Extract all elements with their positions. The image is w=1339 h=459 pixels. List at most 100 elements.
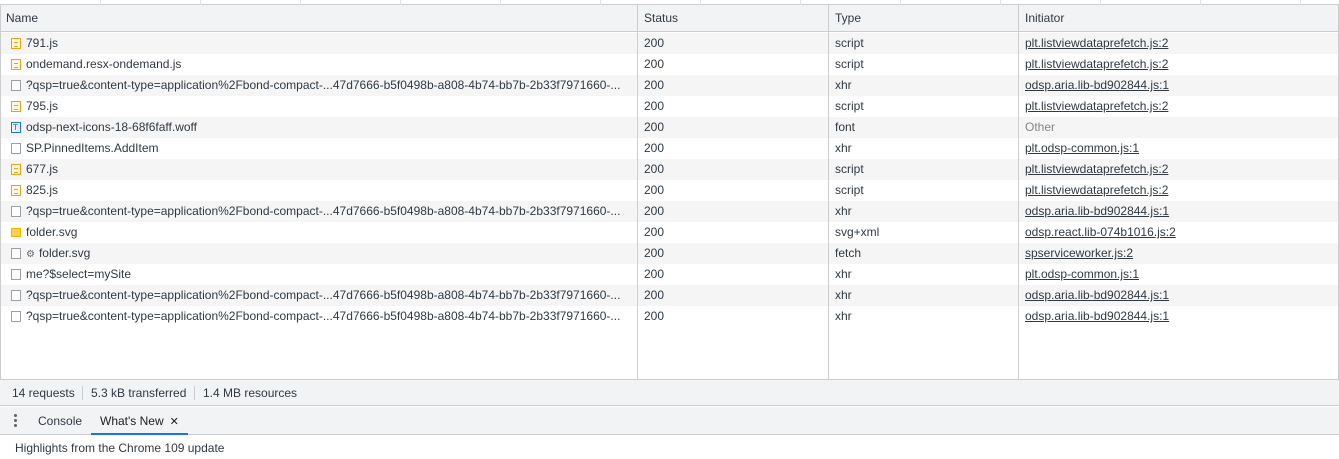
initiator-link[interactable]: plt.listviewdataprefetch.js:2 [1025,36,1168,50]
table-header: Name Status Type Initiator [1,5,1338,32]
request-status: 200 [644,225,665,239]
request-status: 200 [644,309,665,323]
initiator-link[interactable]: plt.listviewdataprefetch.js:2 [1025,183,1168,197]
service-worker-gear-icon: ⚙ [26,249,35,260]
column-header-initiator[interactable]: Initiator [1020,5,1338,32]
request-name-cell[interactable]: 825.js [1,180,638,201]
request-initiator-cell: odsp.aria.lib-bd902844.js:1 [1020,201,1338,222]
initiator-link[interactable]: plt.odsp-common.js:1 [1025,141,1139,155]
column-header-name[interactable]: Name [1,5,638,32]
request-type: xhr [835,309,852,323]
initiator-link[interactable]: spserviceworker.js:2 [1025,246,1133,260]
request-status: 200 [644,36,665,50]
network-summary-bar: 14 requests 5.3 kB transferred 1.4 MB re… [0,379,1339,406]
request-type: xhr [835,267,852,281]
request-status: 200 [644,57,665,71]
column-divider[interactable] [828,5,829,379]
table-row[interactable]: 795.js 200 script plt.listviewdataprefetch.… [1,96,1338,117]
request-initiator-cell: plt.listviewdataprefetch.js:2 [1020,33,1338,54]
separator [82,386,83,400]
table-row[interactable]: 677.js 200 script plt.listviewdataprefetch.… [1,159,1338,180]
initiator-link[interactable]: odsp.aria.lib-bd902844.js:1 [1025,204,1169,218]
request-status: 200 [644,162,665,176]
column-header-status[interactable]: Status [639,5,829,32]
whats-new-panel: Highlights from the Chrome 109 update [0,436,1339,459]
request-name-cell[interactable]: 795.js [1,96,638,117]
table-row[interactable]: ondemand.resx-ondemand.js 200 script plt.li… [1,54,1338,75]
request-name-cell[interactable]: ⚙ folder.svg [1,243,638,264]
request-name-cell[interactable]: ?qsp=true&content-type=application%2Fbon… [1,285,638,306]
request-name: ?qsp=true&content-type=application%2Fbon… [26,309,621,323]
request-type: script [835,183,864,197]
initiator-link[interactable]: odsp.react.lib-074b1016.js:2 [1025,225,1176,239]
request-name-cell[interactable]: ?qsp=true&content-type=application%2Fbon… [1,75,638,96]
request-type: fetch [835,246,862,260]
request-type: script [835,57,864,71]
request-name-cell[interactable]: SP.PinnedItems.AddItem [1,138,638,159]
initiator-link[interactable]: odsp.aria.lib-bd902844.js:1 [1025,288,1169,302]
request-status: 200 [644,120,665,134]
request-name-cell[interactable]: folder.svg [1,222,638,243]
table-row[interactable]: ?qsp=true&content-type=application%2Fbon… [1,75,1338,96]
table-row[interactable]: SP.PinnedItems.AddItem 200 xhr plt.odsp-com… [1,138,1338,159]
table-row[interactable]: ?qsp=true&content-type=application%2Fbon… [1,285,1338,306]
initiator-link[interactable]: plt.listviewdataprefetch.js:2 [1025,162,1168,176]
request-name-cell[interactable]: odsp-next-icons-18-68f6faff.woff [1,117,638,138]
initiator-link[interactable]: plt.listviewdataprefetch.js:2 [1025,57,1168,71]
request-status: 200 [644,204,665,218]
request-name-cell[interactable]: ?qsp=true&content-type=application%2Fbon… [1,306,638,327]
tab-whats-new[interactable]: What's New ✕ [91,407,188,435]
request-initiator-cell: Other [1020,117,1338,138]
request-type: xhr [835,78,852,92]
initiator-link[interactable]: odsp.aria.lib-bd902844.js:1 [1025,309,1169,323]
request-status: 200 [644,246,665,260]
table-row[interactable]: 791.js 200 script plt.listviewdataprefetch.… [1,33,1338,54]
table-row[interactable]: ⚙ folder.svg 200 fetch spserviceworker.js:2 [1,243,1338,264]
request-status: 200 [644,183,665,197]
request-name-cell[interactable]: 677.js [1,159,638,180]
tab-console[interactable]: Console [38,407,82,435]
more-vertical-icon[interactable] [12,414,18,428]
request-name: odsp-next-icons-18-68f6faff.woff [26,120,197,134]
request-name: ondemand.resx-ondemand.js [26,57,182,71]
request-name: ?qsp=true&content-type=application%2Fbon… [26,288,621,302]
table-row[interactable]: me?$select=mySite 200 xhr plt.odsp-common.j… [1,264,1338,285]
initiator-link[interactable]: plt.odsp-common.js:1 [1025,267,1139,281]
request-name: ?qsp=true&content-type=application%2Fbon… [26,78,621,92]
table-row[interactable]: ?qsp=true&content-type=application%2Fbon… [1,201,1338,222]
table-row[interactable]: folder.svg 200 svg+xml odsp.react.lib-074b1… [1,222,1338,243]
request-name: me?$select=mySite [26,267,132,281]
column-divider[interactable] [637,5,638,379]
table-row[interactable]: ?qsp=true&content-type=application%2Fbon… [1,306,1338,327]
tab-console-label: Console [38,414,83,428]
drawer-tab-bar: Console What's New ✕ [0,407,1339,435]
request-name: 825.js [26,183,59,197]
request-type: xhr [835,141,852,155]
request-name: folder.svg [38,246,91,260]
request-name: SP.PinnedItems.AddItem [26,141,159,155]
request-name: 795.js [26,99,59,113]
request-initiator-cell: plt.listviewdataprefetch.js:2 [1020,96,1338,117]
request-type: script [835,162,864,176]
column-divider[interactable] [1018,5,1019,379]
close-icon[interactable]: ✕ [170,415,179,428]
request-name: ?qsp=true&content-type=application%2Fbon… [26,204,621,218]
request-name: 677.js [26,162,59,176]
request-status: 200 [644,141,665,155]
initiator-link[interactable]: odsp.aria.lib-bd902844.js:1 [1025,78,1169,92]
request-status: 200 [644,99,665,113]
request-count: 14 requests [12,386,75,400]
column-header-type[interactable]: Type [830,5,1019,32]
table-row[interactable]: 825.js 200 script plt.listviewdataprefetch.… [1,180,1338,201]
request-name: 791.js [26,36,59,50]
request-name-cell[interactable]: ?qsp=true&content-type=application%2Fbon… [1,201,638,222]
table-row[interactable]: odsp-next-icons-18-68f6faff.woff 200 font O… [1,117,1338,138]
request-type: xhr [835,288,852,302]
request-type: script [835,99,864,113]
request-name-cell[interactable]: me?$select=mySite [1,264,638,285]
request-initiator-cell: plt.listviewdataprefetch.js:2 [1020,54,1338,75]
initiator-link[interactable]: plt.listviewdataprefetch.js:2 [1025,99,1168,113]
request-name-cell[interactable]: 791.js [1,33,638,54]
request-name-cell[interactable]: ondemand.resx-ondemand.js [1,54,638,75]
request-initiator-cell: plt.listviewdataprefetch.js:2 [1020,159,1338,180]
